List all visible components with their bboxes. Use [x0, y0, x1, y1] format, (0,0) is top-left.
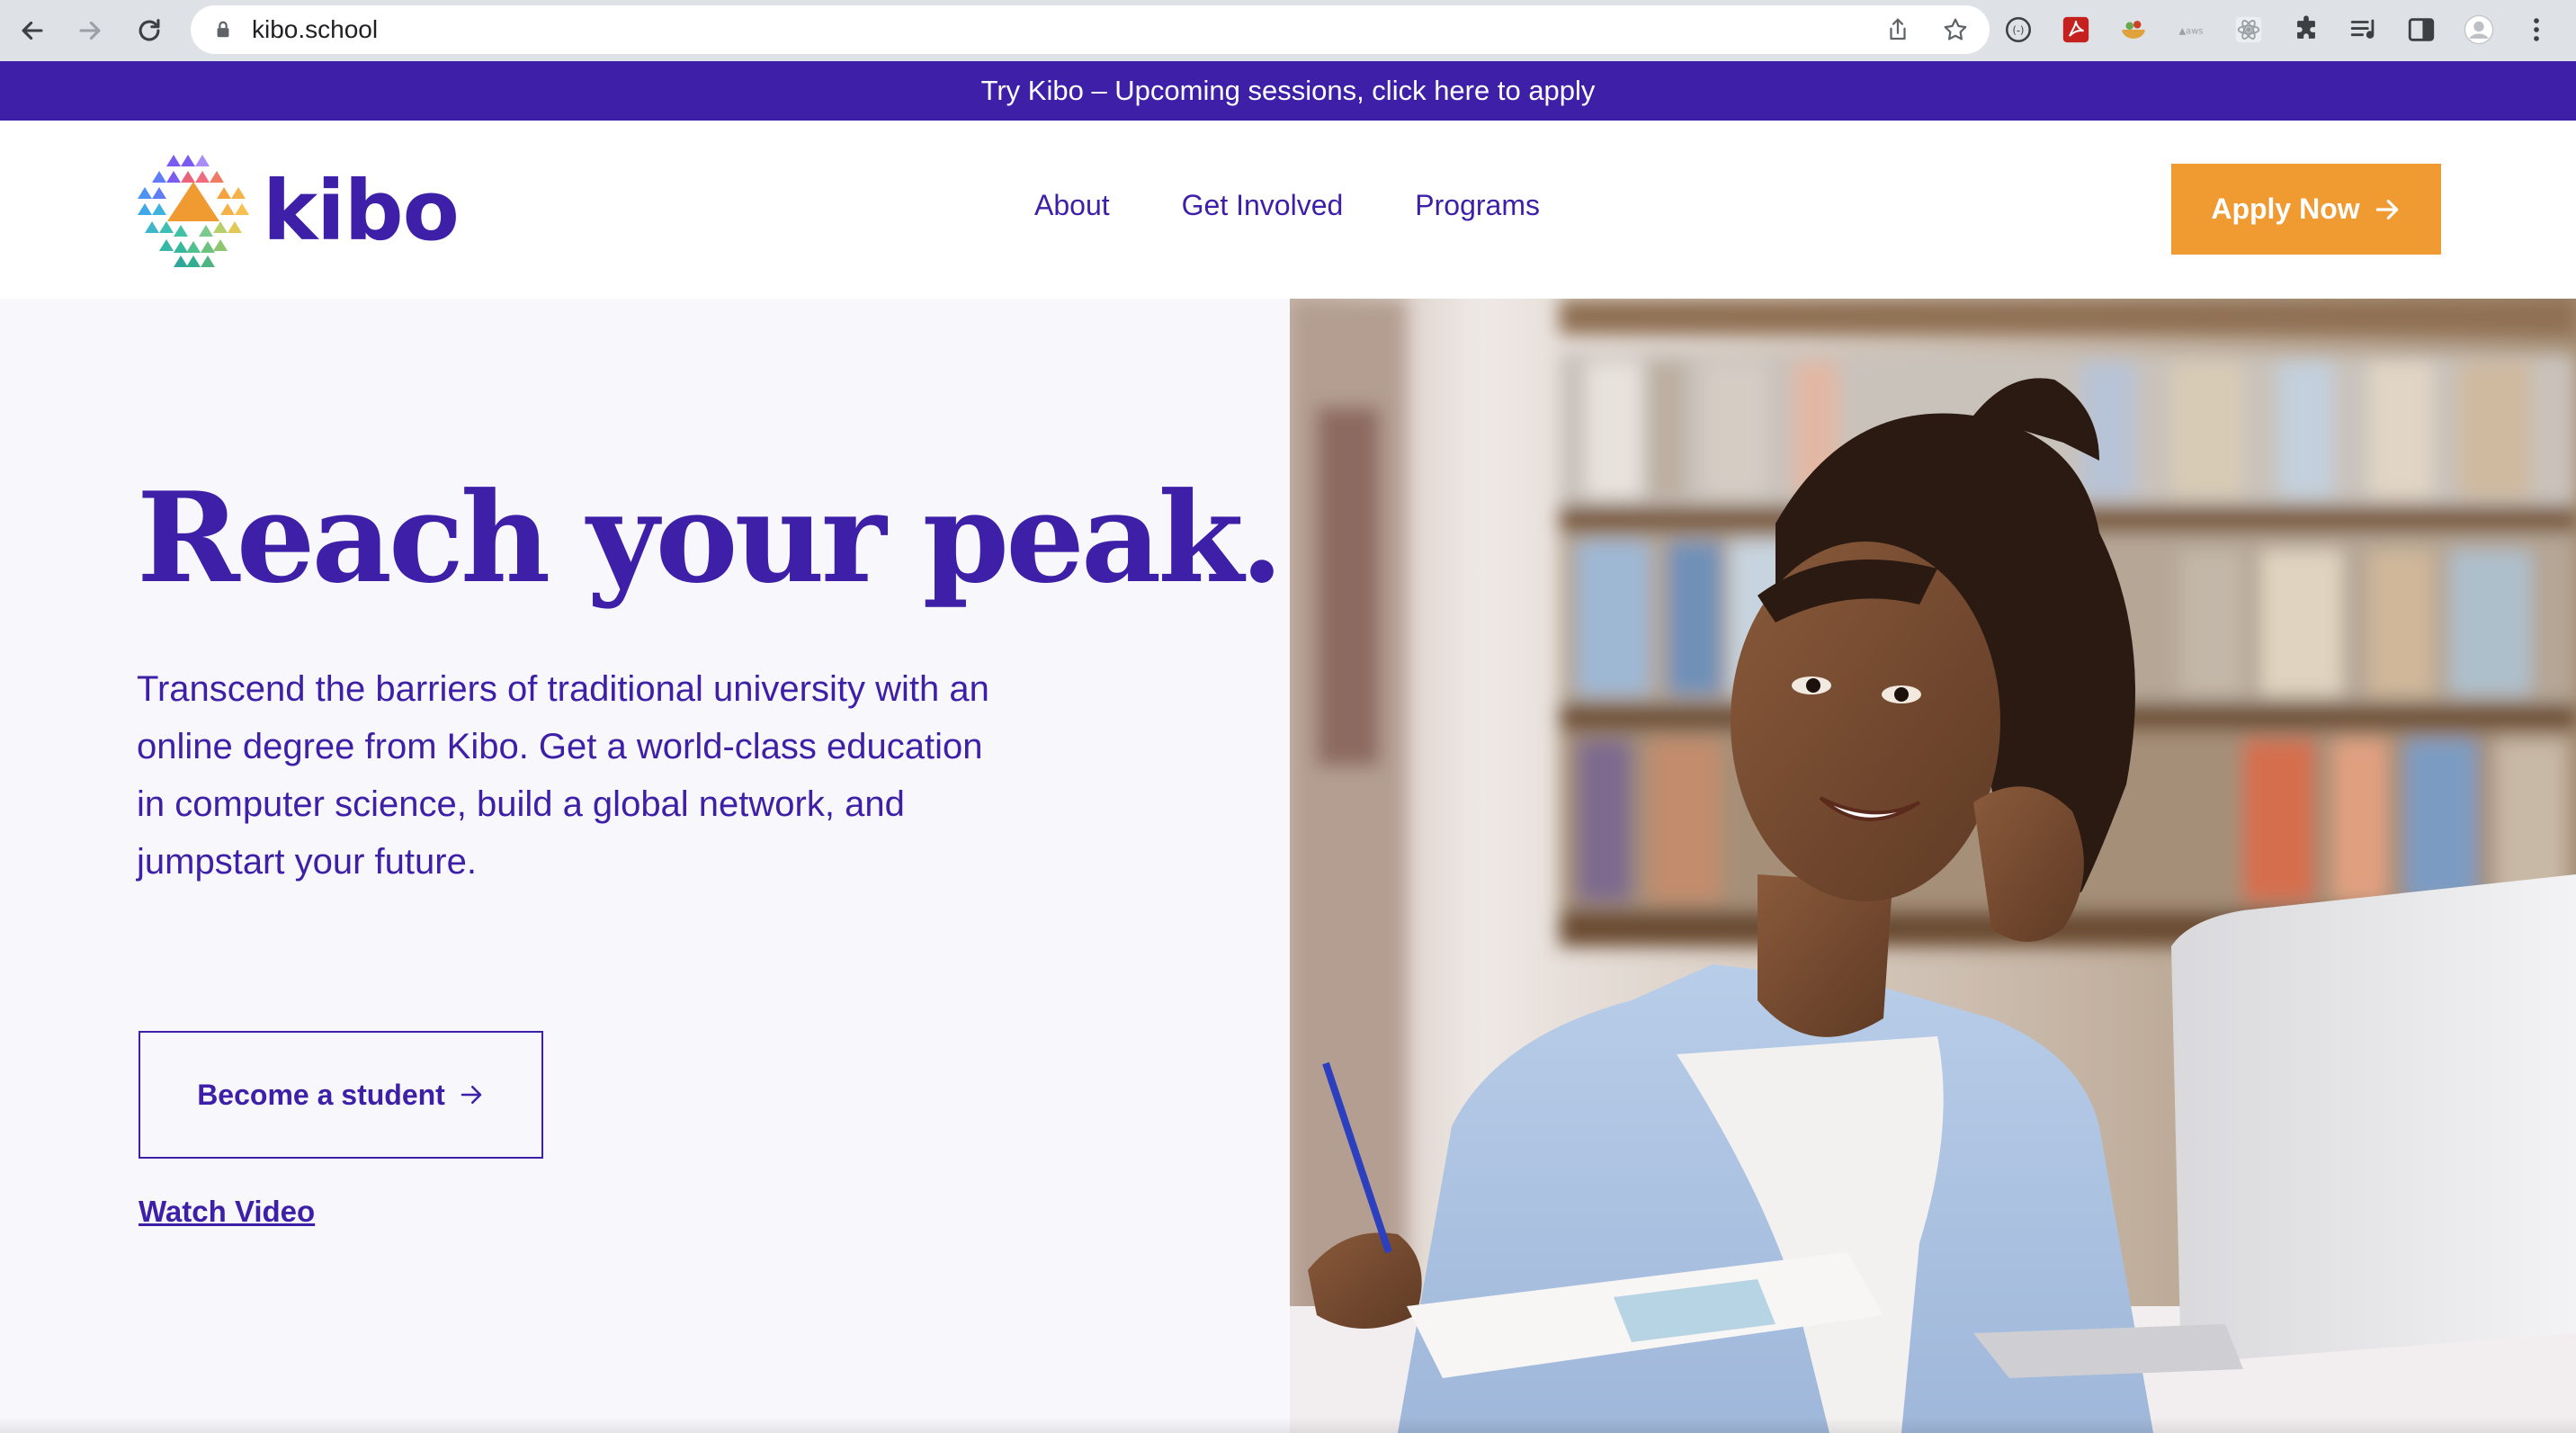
hero-photo-student	[1290, 299, 2576, 1433]
react-devtools-icon[interactable]	[2227, 8, 2270, 51]
bowl-extension-icon[interactable]	[2112, 8, 2155, 51]
extensions-bar: (-) ▲aws	[1997, 5, 2558, 54]
hero-title: Reach your peak.	[137, 464, 1284, 611]
lock-icon[interactable]	[210, 17, 236, 42]
extensions-puzzle-icon[interactable]	[2285, 8, 2328, 51]
reload-icon[interactable]	[124, 5, 174, 56]
browser-menu-icon[interactable]	[2515, 8, 2558, 51]
back-icon[interactable]	[7, 5, 58, 56]
apply-now-button[interactable]: Apply Now	[2171, 164, 2441, 255]
aws-extension-icon[interactable]: ▲aws	[2169, 8, 2213, 51]
hero-subtitle-line: jumpstart your future.	[137, 842, 477, 882]
logo-wordmark[interactable]: kibo	[263, 170, 460, 253]
bookmark-star-icon[interactable]	[1936, 10, 1975, 49]
hero-subtitle-line: Transcend the barriers of traditional un…	[137, 669, 989, 709]
hero-subtitle: Transcend the barriers of traditional un…	[137, 660, 1036, 891]
announcement-text[interactable]: Try Kibo – Upcoming sessions, click here…	[981, 75, 1596, 107]
nav-get-involved[interactable]: Get Involved	[1182, 189, 1344, 222]
become-a-student-label[interactable]: Become a student	[197, 1079, 445, 1112]
nav-about[interactable]: About	[1034, 189, 1110, 222]
hero-subtitle-line: online degree from Kibo. Get a world-cla…	[137, 727, 983, 766]
kibo-logo[interactable]: kibo	[137, 153, 460, 270]
svg-text:(-): (-)	[2013, 23, 2025, 36]
hero-subtitle-line: in computer science, build a global netw…	[137, 784, 905, 824]
url-text[interactable]: kibo.school	[252, 15, 378, 44]
main-nav: About Get Involved Programs	[1034, 189, 1540, 222]
side-panel-icon[interactable]	[2400, 8, 2443, 51]
extension-face-icon[interactable]: (-)	[1997, 8, 2040, 51]
site-header: kibo About Get Involved Programs Apply N…	[0, 121, 2576, 299]
apply-now-label[interactable]: Apply Now	[2211, 193, 2359, 226]
arrow-right-icon	[2375, 199, 2398, 219]
media-playlist-icon[interactable]	[2342, 8, 2385, 51]
kibo-logo-mark-icon	[138, 155, 249, 267]
svg-text:▲aws: ▲aws	[2179, 26, 2204, 36]
address-bar[interactable]: kibo.school	[191, 5, 1990, 54]
hero-section: Reach your peak. Transcend the barriers …	[0, 299, 1290, 1433]
share-icon[interactable]	[1878, 10, 1918, 49]
become-a-student-button[interactable]: Become a student	[139, 1031, 543, 1159]
pdf-extension-icon[interactable]	[2054, 8, 2097, 51]
watch-video-link[interactable]: Watch Video	[139, 1195, 315, 1229]
announcement-banner[interactable]: Try Kibo – Upcoming sessions, click here…	[0, 61, 2576, 121]
profile-avatar-icon[interactable]	[2457, 8, 2500, 51]
nav-programs[interactable]: Programs	[1415, 189, 1540, 222]
arrow-right-icon	[461, 1086, 482, 1104]
browser-toolbar: kibo.school (-) ▲aws	[0, 0, 2576, 61]
forward-icon[interactable]	[65, 5, 115, 56]
page-bottom-shadow	[0, 1417, 2576, 1433]
